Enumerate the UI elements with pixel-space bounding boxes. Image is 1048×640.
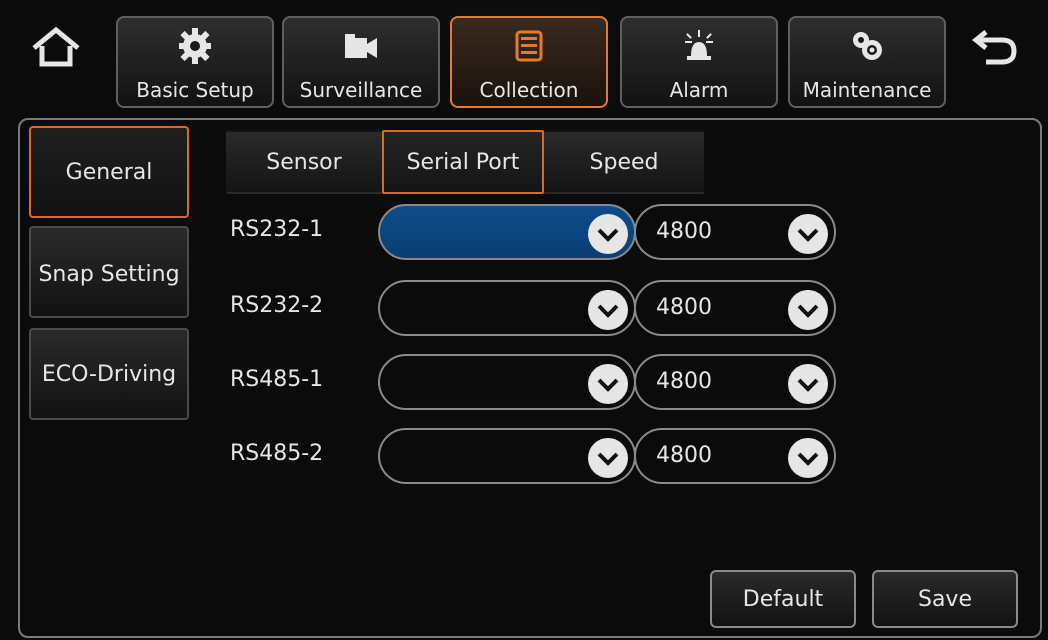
save-button[interactable]: Save <box>872 570 1018 628</box>
tab-label: Serial Port <box>406 150 520 175</box>
button-label: Default <box>742 587 824 612</box>
video-camera-icon <box>345 34 377 58</box>
port-baud-select[interactable]: 4800 <box>634 354 836 410</box>
port-row-rs232-1: RS232-1 4800 <box>230 204 850 260</box>
maintenance-gears-icon <box>853 32 882 60</box>
tab-sensor[interactable]: Sensor <box>226 130 382 194</box>
port-label: RS485-1 <box>230 367 324 392</box>
select-value: 4800 <box>656 295 712 320</box>
chevron-down-icon <box>588 214 628 254</box>
home-icon <box>32 26 80 67</box>
port-baud-select[interactable]: 4800 <box>634 204 836 260</box>
chevron-down-icon <box>588 364 628 404</box>
port-baud-select[interactable]: 4800 <box>634 280 836 336</box>
collection-sub-tabs: Sensor Serial Port Speed <box>226 130 706 194</box>
home-button[interactable] <box>28 24 84 72</box>
back-arrow-icon <box>971 30 1017 65</box>
port-device-select[interactable] <box>378 280 636 336</box>
content-panel: General Snap Setting ECO-Driving Sensor … <box>18 118 1042 638</box>
select-value: 4800 <box>656 443 712 468</box>
chevron-down-icon <box>588 438 628 478</box>
sidebar-item-label: Snap Setting <box>38 262 180 287</box>
tab-alarm[interactable]: Alarm <box>620 16 778 108</box>
tab-maintenance[interactable]: Maintenance <box>788 16 946 108</box>
collection-icon <box>515 30 543 62</box>
chevron-down-icon <box>588 290 628 330</box>
collection-serial-port-screen: Basic Setup Surveillance Collection Alar… <box>0 0 1048 640</box>
port-label: RS232-2 <box>230 293 324 318</box>
sidebar-item-eco-driving[interactable]: ECO-Driving <box>29 328 189 420</box>
chevron-down-icon <box>788 214 828 254</box>
port-baud-select[interactable]: 4800 <box>634 428 836 484</box>
tab-serial-port[interactable]: Serial Port <box>382 130 544 194</box>
port-row-rs232-2: RS232-2 4800 <box>230 280 850 336</box>
top-navigation-bar: Basic Setup Surveillance Collection Alar… <box>0 0 1048 116</box>
gear-icon <box>179 28 211 64</box>
tab-label: Maintenance <box>802 78 932 102</box>
port-device-select[interactable] <box>378 354 636 410</box>
chevron-down-icon <box>788 290 828 330</box>
tab-label: Collection <box>479 78 579 102</box>
alarm-light-icon <box>685 30 713 60</box>
port-device-select[interactable] <box>378 204 636 260</box>
port-row-rs485-2: RS485-2 4800 <box>230 428 850 484</box>
select-value: 4800 <box>656 219 712 244</box>
sidebar-item-label: ECO-Driving <box>41 362 177 387</box>
chevron-down-icon <box>788 364 828 404</box>
sidebar-item-general[interactable]: General <box>29 126 189 218</box>
tab-label: Surveillance <box>299 78 423 102</box>
tab-collection[interactable]: Collection <box>450 16 608 108</box>
default-button[interactable]: Default <box>710 570 856 628</box>
port-label: RS232-1 <box>230 217 324 242</box>
tab-basic-setup[interactable]: Basic Setup <box>116 16 274 108</box>
port-device-select[interactable] <box>378 428 636 484</box>
back-button[interactable] <box>968 22 1024 70</box>
tab-label: Basic Setup <box>136 78 254 102</box>
tab-label: Alarm <box>669 78 729 102</box>
chevron-down-icon <box>788 438 828 478</box>
tab-surveillance[interactable]: Surveillance <box>282 16 440 108</box>
sidebar-item-label: General <box>65 160 153 185</box>
tab-label: Sensor <box>266 150 342 175</box>
port-label: RS485-2 <box>230 441 324 466</box>
port-row-rs485-1: RS485-1 4800 <box>230 354 850 410</box>
select-value: 4800 <box>656 369 712 394</box>
tab-speed[interactable]: Speed <box>544 130 704 194</box>
tab-label: Speed <box>589 150 659 175</box>
sidebar-item-snap-setting[interactable]: Snap Setting <box>29 226 189 318</box>
button-label: Save <box>917 587 972 612</box>
